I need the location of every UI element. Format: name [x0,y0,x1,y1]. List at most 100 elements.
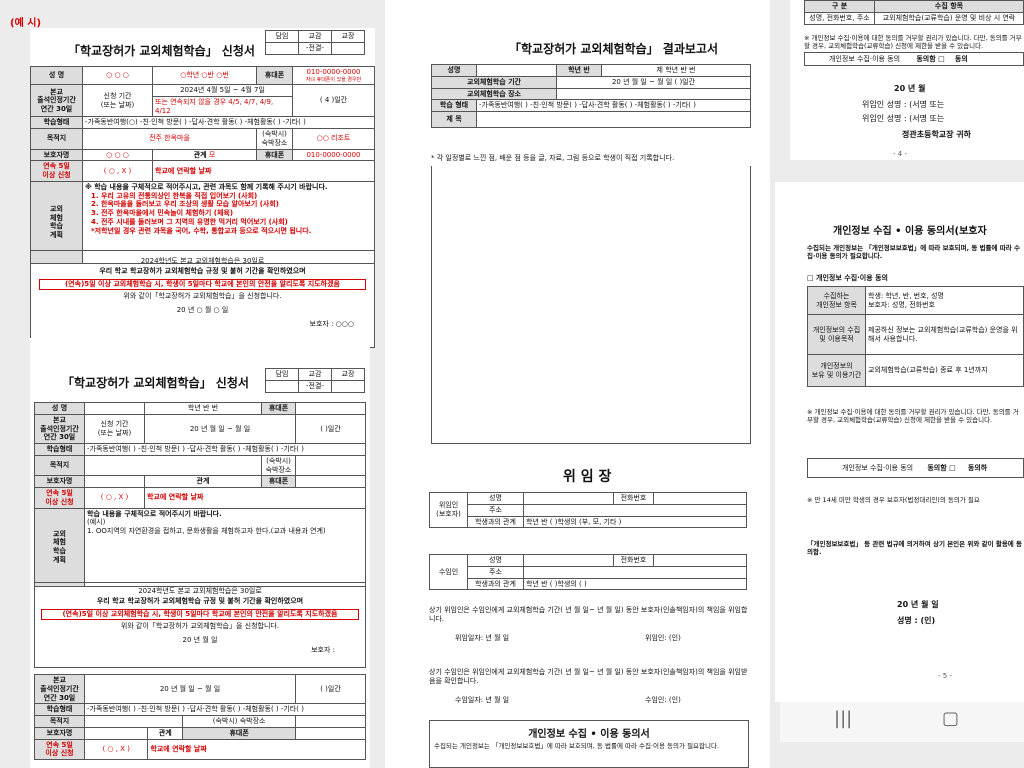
agree-checkbox[interactable]: 동의함 □ [916,55,944,63]
period-value: 20 년 월 일 ~ 월 일 [144,413,296,445]
phone-value: 010-0000-0000 [306,68,361,76]
date-line: 20 년 월 일 [182,636,218,645]
days-value: ( )일간 [295,673,366,705]
consec-note: 학교에 연락할 날짜 [144,487,366,509]
period-value: 20 년 월 일 ~ 월 일 ( )일간 [556,75,751,89]
recent-apps-icon[interactable]: ||| [834,708,852,729]
class-value: 학년 반 번 [144,402,262,415]
lodging-label: (숙박시) 숙박장소 [256,128,293,150]
report-body-box [431,166,751,444]
class-value: 제 학년 반 번 [601,64,751,77]
example-label: (예 시) [10,18,42,29]
approval-box: 담임 교감 교장 -전결- [265,368,365,393]
page-number: - 5 - [938,672,952,680]
proxy-title: 위 임 장 [563,469,612,485]
law-statement: 「개인정보보호법」 등 관련 법규에 의거하여 상기 본인은 위와 같이 활용에… [807,540,1023,557]
rule-text: 2024학년도 본교 교외체험학습은 30일로 [140,257,265,265]
consec-value: ( ○ , X ) [82,160,153,182]
rule-highlight: (연속)5일 이상 교외체험학습 시, 학생이 5일마다 학교에 본인의 안전을… [41,608,359,621]
proxy-text-1: 상기 위임인은 수임인에게 교외체험학습 기간( 년 월 일~ 년 월 일) 동… [429,606,748,624]
phone-note: 자녀 휴대폰이 있을 경우만 [305,76,362,83]
place-label: 교외체험학습 장소 [431,87,557,101]
addr-label: 주소 [467,565,524,579]
consent-intro: 수집되는 개인정보는 「개인정보보호법」에 따라 보호되며, 동 법률에 따라 … [807,244,1020,261]
agree-label: 개인정보 수집·이용 동의 [842,464,914,472]
type-label: 학습형태 [34,703,85,716]
form-title: 「학교장허가 교외체험학습」 신청서 [62,376,249,390]
approval-value: -전결- [298,379,332,393]
signer-2: 위임인 성명 : (서명 또는 [862,114,945,123]
agree-row: 개인정보 수집·이용 동의 동의함 □ 동의하 [807,458,1024,478]
report-table: 성명 학년 반 제 학년 반 번 교외체험학습 기간 20 년 월 일 ~ 월 … [431,64,751,128]
approval-box: 담임 교감 교장 -전결- [265,30,365,55]
rule-text: 위와 같이「학교장허가 교외체험학습」을 신청합니다. [120,622,280,631]
consent-note: ※ 개인정보 수집·이용에 대한 동의를 거부할 권리가 있습니다. 다만, 동… [807,408,1019,425]
rel-value: 학년 반 ( )학생의 (부, 모, 기타 ) [523,515,747,529]
rel-label: 학생과의 관계 [467,515,524,529]
dest-label: 목적지 [34,715,85,728]
relation-value: 모 [208,150,216,159]
consec-value: ( ○ , X ) [83,738,149,760]
rule-text: 우리 학교 학교장허가 교외체험학습 규정 및 붙허 기간을 확인하였으며 [96,596,304,605]
pledge-section: 2024학년도 본교 교외체험학습은 30일로 우리 학교 학교장허가 교외체험… [30,250,375,348]
consec-note: 학교에 연락할 날짜 [147,738,366,760]
relation-label: 관계 [147,726,184,740]
phone-label: 휴대폰 [261,402,296,415]
gphone-value: 010-0000-0000 [292,148,375,162]
period-label: 교외체험학습 기간 [431,75,557,89]
rel-label: 학생과의 관계 [467,577,524,591]
gphone-label: 휴대폰 [182,726,296,740]
section-heading: □ 개인정보 수집·이용 동의 [807,274,888,282]
date-line: 20 년 ○ 월 ○ 일 [176,306,229,315]
minor-note: ※ 만 14세 미만 학생의 경우 보호자(법정대리인)의 동의가 필요 [807,496,980,504]
guardian-value: ○ ○ ○ [82,148,153,162]
approval-principal: 교장 [331,368,365,381]
cell: 교외체험학습(교류학습) 종료 후 1년까지 [865,354,1024,387]
plan-example-text: 1. OO지역의 자연환경을 접하고, 문화생활을 체험하고자 한다.(교과 내… [87,527,326,535]
guardian-label: 보호자명 [34,475,85,488]
android-nav-bar: ||| ▢ [780,702,1024,742]
cell: 제공하신 정보는 교외체험학습(교류학습) 운영을 위해서 사용합니다. [865,314,1024,355]
period-sublabel: 신청 기간 (또는 날짜) [82,83,153,118]
agree-row: 개인정보 수집·이용 동의 동의함 □ 동의 [804,52,1024,66]
relation-label: 관계 [144,475,262,488]
agree-checkbox[interactable]: 동의함 □ [927,464,955,472]
approval-vice: 교감 [298,368,332,381]
proxy-text-2: 상기 수임인은 위임인에게 교외체험학습 기간( 년 월 일~ 년 월 일) 동… [429,668,748,686]
cell: 수집하는 개인정보 항목 [807,286,866,315]
signer: 보호자 : ○○○ [309,319,354,328]
page-number: - 4 - [893,150,907,158]
approval-principal: 교장 [331,30,365,43]
report-title: 「학교장허가 교외체험학습」 결과보고서 [509,42,718,56]
type-value: -가족동반여행( ) -친·인척 방문( ) -답사·견학 활동( ) -체험활… [84,443,366,456]
consent-page-5: 개인정보 수집 • 이용 동의서(보호자 수집되는 개인정보는 「개인정보보호법… [775,182,1024,702]
period-label: 본교 출석인정기간 연간 30일 [34,413,85,445]
class-label: 학년 반 [556,64,602,77]
plan-item: 2. 한옥마을을 둘러보고 우리 조상의 생활 모습 알아보기 (사회) [91,200,279,209]
disagree-checkbox[interactable]: 동의 [955,55,968,63]
name-label: 성명 [431,64,477,77]
proxy-sign-1: 위임인: (인) [645,634,681,642]
period-label: 본교 출석인정기간 연간 30일 [34,673,85,705]
consent-table: 수집하는 개인정보 항목 학생: 학년, 반, 번호, 성명 보호자: 성명, 전… [807,286,1024,387]
home-icon[interactable]: ▢ [942,708,959,729]
lodging-label: (숙박시) 숙박장소 [261,454,296,477]
period-value: 2024년 4월 5일 ~ 4월 7일 [152,84,293,97]
date-line: 20 년 월 [894,84,926,93]
dest-label: 목적지 [34,454,85,477]
rule-text: 위와 같이「학교장허가 교외체험학습」을 신청합니다. [123,292,282,301]
consent-note: ※ 개인정보 수집·이용에 대한 동의를 거부할 권리가 있습니다. 다만, 동… [804,34,1022,51]
signer: 보호자 : [311,645,335,654]
form-table: 성 명 ○ ○ ○ ○학년 ○반 ○번 휴대폰 010-0000-0000 자녀 … [30,66,375,264]
lodging-label: (숙박시) 숙박장소 [182,715,296,728]
disagree-checkbox[interactable]: 동의하 [968,464,987,472]
approval-homeroom: 담임 [265,30,299,43]
consent-title: 개인정보 수집 • 이용 동의서 [528,729,650,740]
guardian-label: 보호자명 [30,148,83,162]
delegatee-label: 수임인 [429,553,468,591]
plan-example-label: (예시) [87,518,106,527]
consent-title: 개인정보 수집 • 이용 동의서(보호자 [833,226,987,237]
cell: 개인정보의 수집 및 이용목적 [807,314,866,355]
plan-label: 교외 체험 학습 계획 [34,507,85,587]
report-note: * 각 일정별로 느낀 점, 배운 점 등을 글, 자료, 그림 등으로 학생이… [431,154,675,162]
